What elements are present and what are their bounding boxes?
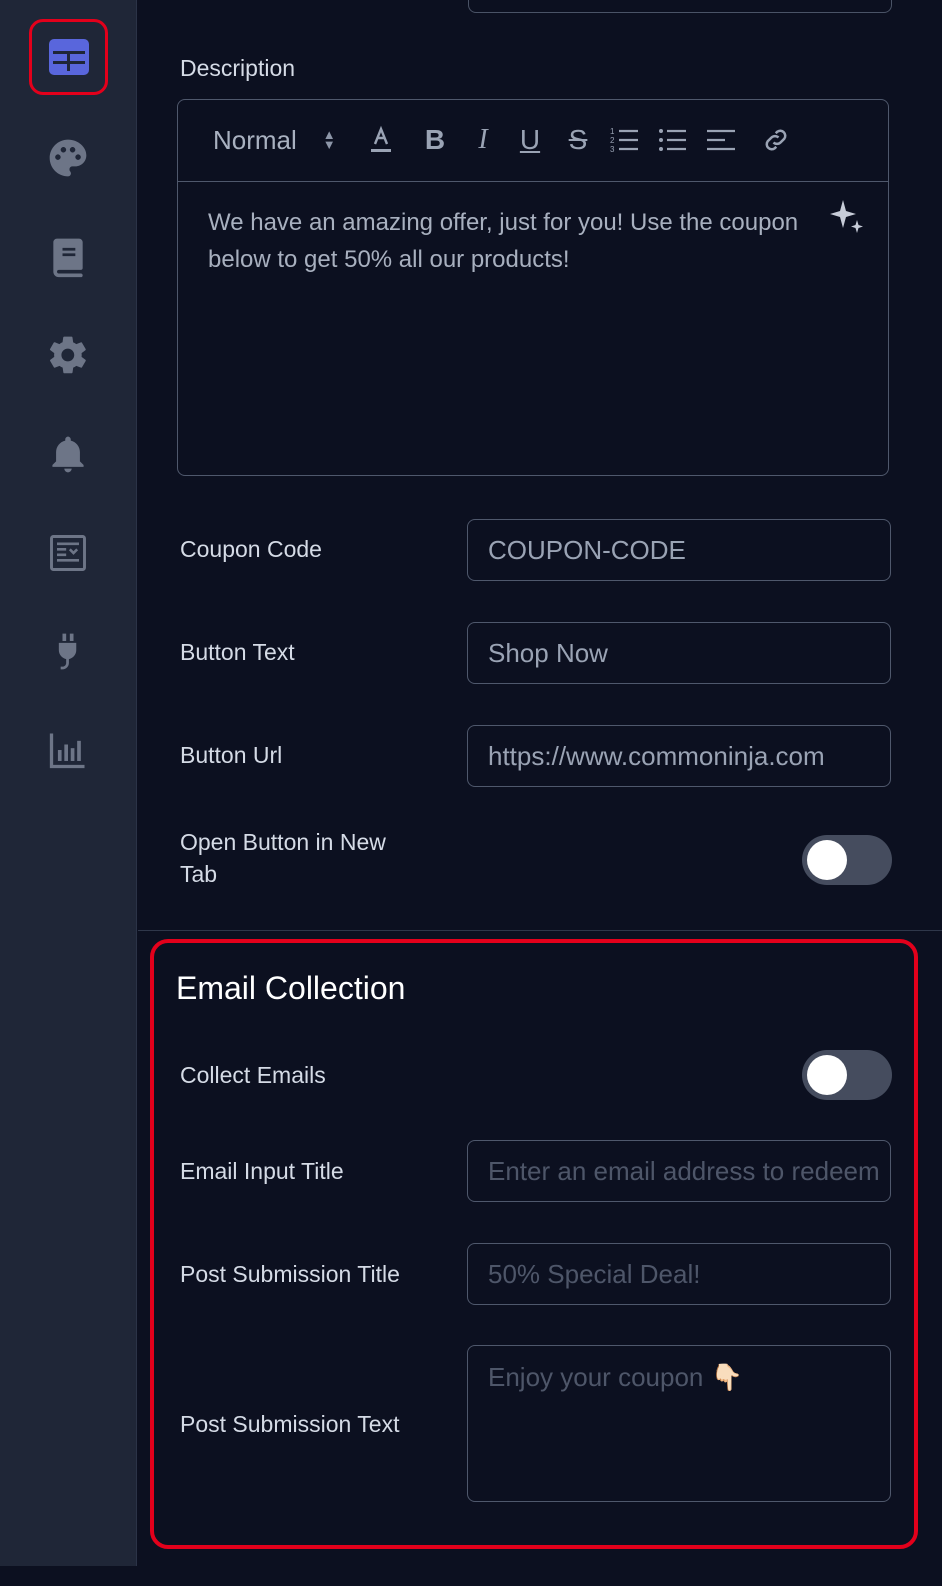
toggle-knob xyxy=(807,840,847,880)
align-left-icon xyxy=(707,129,735,151)
email-input-title-field[interactable]: Enter an email address to redeem xyxy=(467,1140,891,1202)
layout-icon xyxy=(48,39,89,75)
email-input-title-label: Email Input Title xyxy=(180,1158,344,1184)
email-collection-title: Email Collection xyxy=(176,970,406,1006)
svg-text:2: 2 xyxy=(610,136,615,145)
bullet-list-button[interactable] xyxy=(657,122,689,158)
previous-field[interactable] xyxy=(468,0,892,13)
svg-text:3: 3 xyxy=(610,145,615,154)
underline-icon[interactable]: U xyxy=(515,122,545,158)
strikethrough-icon[interactable]: S xyxy=(563,122,593,158)
chart-bar-icon xyxy=(49,733,85,769)
post-submission-text-field[interactable]: Enjoy your coupon 👇🏻 xyxy=(467,1345,891,1502)
link-button[interactable] xyxy=(760,122,792,158)
post-submission-text-label: Post Submission Text xyxy=(180,1411,400,1437)
description-text[interactable]: We have an amazing offer, just for you! … xyxy=(208,204,848,278)
svg-text:1: 1 xyxy=(610,127,615,136)
button-text-input[interactable]: Shop Now xyxy=(467,622,891,684)
collect-emails-toggle[interactable] xyxy=(802,1050,892,1100)
bell-icon xyxy=(52,436,84,473)
coupon-code-input[interactable]: COUPON-CODE xyxy=(467,519,891,581)
button-url-label: Button Url xyxy=(180,742,283,768)
format-select[interactable]: Normal ▲ ▼ xyxy=(213,122,336,158)
collect-emails-label: Collect Emails xyxy=(180,1062,326,1088)
newspaper-icon xyxy=(50,535,86,571)
bold-icon[interactable]: B xyxy=(420,122,450,158)
coupon-code-label: Coupon Code xyxy=(180,536,322,562)
sidebar-item-settings[interactable] xyxy=(36,323,100,387)
description-label: Description xyxy=(180,55,296,81)
plug-icon xyxy=(58,633,77,670)
updown-icon: ▲ ▼ xyxy=(322,127,336,152)
palette-icon xyxy=(49,139,87,177)
post-submission-title-field[interactable]: 50% Special Deal! xyxy=(467,1243,891,1305)
post-submission-title-label: Post Submission Title xyxy=(180,1261,400,1287)
open-new-tab-toggle[interactable] xyxy=(802,835,892,885)
bullet-list-icon xyxy=(659,129,686,151)
italic-icon[interactable]: I xyxy=(468,122,498,158)
ordered-list-button[interactable]: 123 xyxy=(609,122,641,158)
text-color-icon xyxy=(371,125,391,152)
sidebar-item-analytics[interactable] xyxy=(36,718,100,782)
settings-panel: Description Normal ▲ ▼ B I U S 123 We ha… xyxy=(138,0,942,1586)
gear-icon xyxy=(49,336,86,374)
ordered-list-icon: 123 xyxy=(610,127,638,154)
toggle-knob xyxy=(807,1055,847,1095)
open-new-tab-label-line2: Tab xyxy=(180,861,218,887)
editor-toolbar: Normal ▲ ▼ B I U S 123 xyxy=(178,100,888,182)
sidebar-item-reports[interactable] xyxy=(36,521,100,585)
bottom-strip xyxy=(0,1566,942,1586)
sidebar xyxy=(0,0,137,1586)
section-divider xyxy=(138,930,942,931)
sidebar-item-content[interactable] xyxy=(36,225,100,289)
sidebar-item-integrations[interactable] xyxy=(36,620,100,684)
button-url-input[interactable]: https://www.commoninja.com xyxy=(467,725,891,787)
text-color-button[interactable] xyxy=(366,122,396,158)
book-icon xyxy=(53,238,83,278)
sidebar-item-notifications[interactable] xyxy=(36,422,100,486)
link-icon xyxy=(765,129,787,151)
format-select-value: Normal xyxy=(213,124,297,155)
sidebar-item-design[interactable] xyxy=(36,126,100,190)
open-new-tab-label-line1: Open Button in New xyxy=(180,829,386,855)
ai-sparkle-icon[interactable] xyxy=(830,198,864,243)
align-button[interactable] xyxy=(705,122,737,158)
button-text-label: Button Text xyxy=(180,639,295,665)
description-editor[interactable]: Normal ▲ ▼ B I U S 123 We have an amazin… xyxy=(177,99,889,476)
sidebar-item-layout[interactable] xyxy=(29,19,108,95)
